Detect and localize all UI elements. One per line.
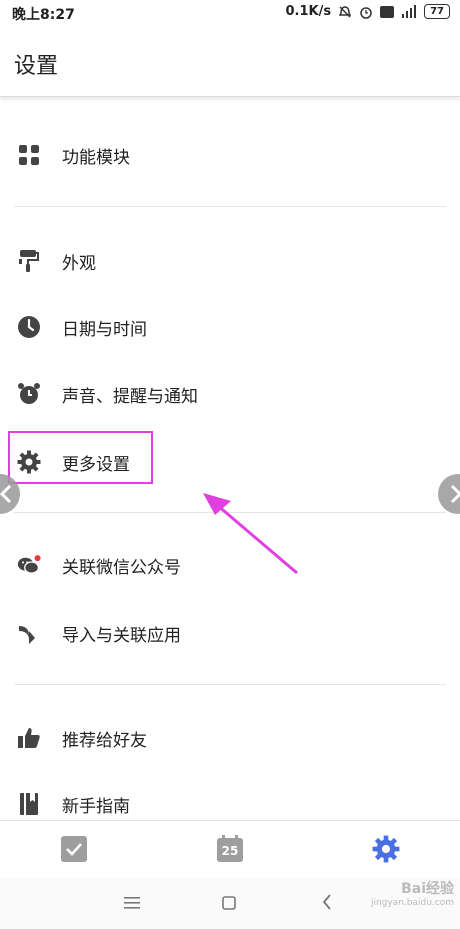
menu-item-label: 功能模块 — [62, 147, 130, 168]
status-time: 晚上8:27 — [12, 7, 75, 23]
watermark-url: jingyan.baidu.com — [370, 898, 454, 908]
menu-item-label: 声音、提醒与通知 — [62, 386, 198, 407]
thumbs-up-icon — [17, 726, 41, 750]
highlight-box — [8, 431, 153, 484]
gear-icon — [372, 835, 400, 863]
menu-item-sound-reminders[interactable]: 声音、提醒与通知 — [0, 366, 460, 422]
book-icon — [17, 792, 41, 816]
import-arrow-icon — [17, 621, 41, 645]
app-header: 设置 — [0, 26, 460, 97]
bottom-nav: 25 — [0, 820, 460, 879]
paint-roller-icon — [17, 249, 41, 273]
alarm-status-icon — [360, 6, 372, 19]
back-chevron-icon — [322, 894, 331, 910]
menu-item-import[interactable]: 导入与关联应用 — [0, 605, 460, 661]
page-title: 设置 — [14, 54, 59, 79]
divider — [14, 684, 446, 685]
tab-settings[interactable] — [372, 835, 400, 863]
status-icons: 0.1K/s 77 — [285, 4, 450, 19]
menu-item-label: 导入与关联应用 — [62, 625, 181, 646]
menu-item-modules[interactable]: 功能模块 — [0, 127, 460, 183]
menu-item-label: 日期与时间 — [62, 319, 147, 340]
annotation-arrow — [203, 493, 298, 575]
signal-icon — [402, 5, 417, 18]
back-nav-button[interactable] — [322, 894, 332, 915]
menu-item-recommend[interactable]: 推荐给好友 — [0, 710, 460, 766]
mute-icon — [338, 5, 352, 18]
menu-nav-button[interactable] — [124, 894, 140, 915]
menu-item-label: 新手指南 — [62, 796, 130, 817]
clock-icon — [17, 315, 41, 339]
menu-item-label: 关联微信公众号 — [62, 557, 181, 578]
tab-calendar[interactable]: 25 — [216, 835, 244, 863]
alarm-icon — [17, 382, 41, 406]
wechat-icon — [17, 553, 41, 577]
network-speed: 0.1K/s — [285, 4, 332, 19]
checkbox-icon — [61, 836, 87, 862]
menu-icon — [124, 897, 140, 909]
chevron-right-icon — [450, 484, 460, 504]
menu-item-label: 推荐给好友 — [62, 730, 147, 751]
next-page-button[interactable] — [438, 474, 460, 514]
tab-tasks[interactable] — [60, 835, 88, 863]
home-square-icon — [222, 896, 236, 910]
menu-item-date-time[interactable]: 日期与时间 — [0, 299, 460, 355]
watermark: Bai经验 jingyan.baidu.com — [371, 882, 454, 910]
prev-page-button[interactable] — [0, 474, 20, 514]
menu-item-appearance[interactable]: 外观 — [0, 233, 460, 289]
divider — [14, 206, 446, 207]
chevron-left-icon — [0, 484, 12, 504]
battery-level: 77 — [424, 4, 450, 19]
menu-item-label: 外观 — [62, 253, 96, 274]
watermark-text: Bai经验 — [401, 881, 454, 897]
calendar-day: 25 — [221, 844, 239, 858]
home-nav-button[interactable] — [222, 894, 236, 915]
hd-icon — [380, 5, 395, 18]
status-bar: 晚上8:27 0.1K/s 77 — [0, 0, 460, 26]
grid-icon — [17, 143, 41, 167]
